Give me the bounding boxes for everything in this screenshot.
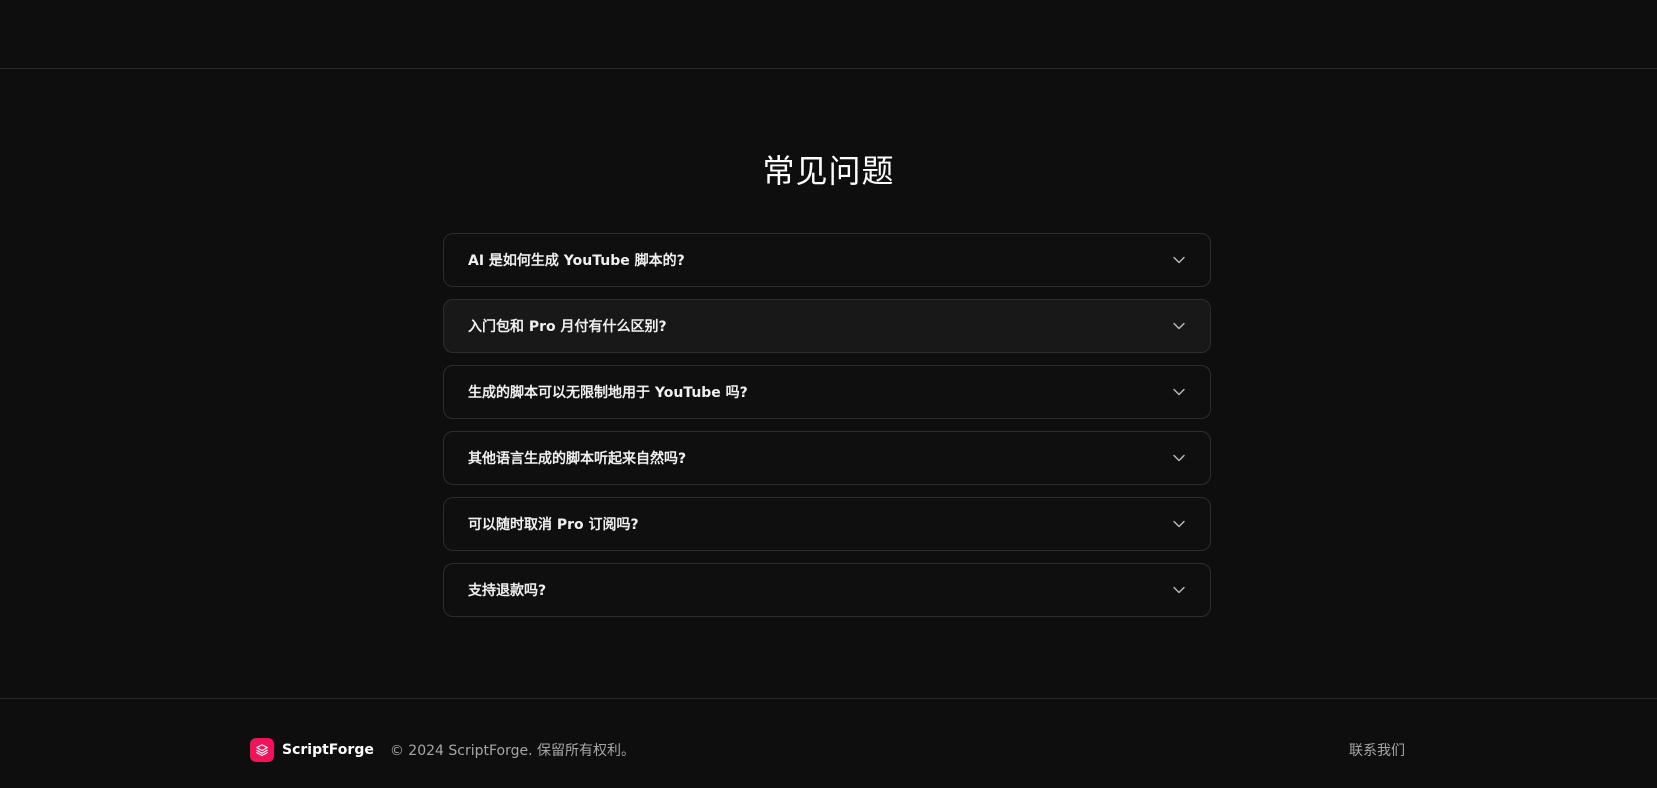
layers-icon — [250, 738, 274, 762]
chevron-down-icon — [1172, 583, 1186, 597]
faq-item-refund[interactable]: 支持退款吗? — [443, 563, 1211, 617]
faq-question: 支持退款吗? — [468, 583, 547, 599]
chevron-down-icon — [1172, 385, 1186, 399]
faq-question: 可以随时取消 Pro 订阅吗? — [468, 517, 639, 533]
footer-divider — [0, 698, 1657, 699]
chevron-down-icon — [1172, 517, 1186, 531]
brand-name: ScriptForge — [282, 742, 374, 758]
page: 常见问题 AI 是如何生成 YouTube 脚本的? 入门包和 Pro 月付有什… — [0, 0, 1657, 788]
footer: ScriptForge © 2024 ScriptForge. 保留所有权利。 … — [250, 738, 1405, 762]
faq-question: 其他语言生成的脚本听起来自然吗? — [468, 451, 687, 467]
chevron-down-icon — [1172, 319, 1186, 333]
faq-question: AI 是如何生成 YouTube 脚本的? — [468, 253, 685, 269]
faq-title: 常见问题 — [762, 152, 895, 190]
faq-question: 入门包和 Pro 月付有什么区别? — [468, 319, 667, 335]
faq-item-cancel-subscription[interactable]: 可以随时取消 Pro 订阅吗? — [443, 497, 1211, 551]
faq-item-ai-generation[interactable]: AI 是如何生成 YouTube 脚本的? — [443, 233, 1211, 287]
header-divider — [0, 68, 1657, 69]
faq-question: 生成的脚本可以无限制地用于 YouTube 吗? — [468, 385, 748, 401]
copyright-text: © 2024 ScriptForge. 保留所有权利。 — [389, 743, 636, 759]
faq-item-other-languages[interactable]: 其他语言生成的脚本听起来自然吗? — [443, 431, 1211, 485]
faq-list: AI 是如何生成 YouTube 脚本的? 入门包和 Pro 月付有什么区别? … — [443, 233, 1211, 629]
chevron-down-icon — [1172, 253, 1186, 267]
chevron-down-icon — [1172, 451, 1186, 465]
faq-item-plan-difference[interactable]: 入门包和 Pro 月付有什么区别? — [443, 299, 1211, 353]
faq-item-unlimited-use[interactable]: 生成的脚本可以无限制地用于 YouTube 吗? — [443, 365, 1211, 419]
footer-brand-group: ScriptForge © 2024 ScriptForge. 保留所有权利。 — [250, 738, 635, 762]
contact-us-link[interactable]: 联系我们 — [1349, 740, 1405, 760]
